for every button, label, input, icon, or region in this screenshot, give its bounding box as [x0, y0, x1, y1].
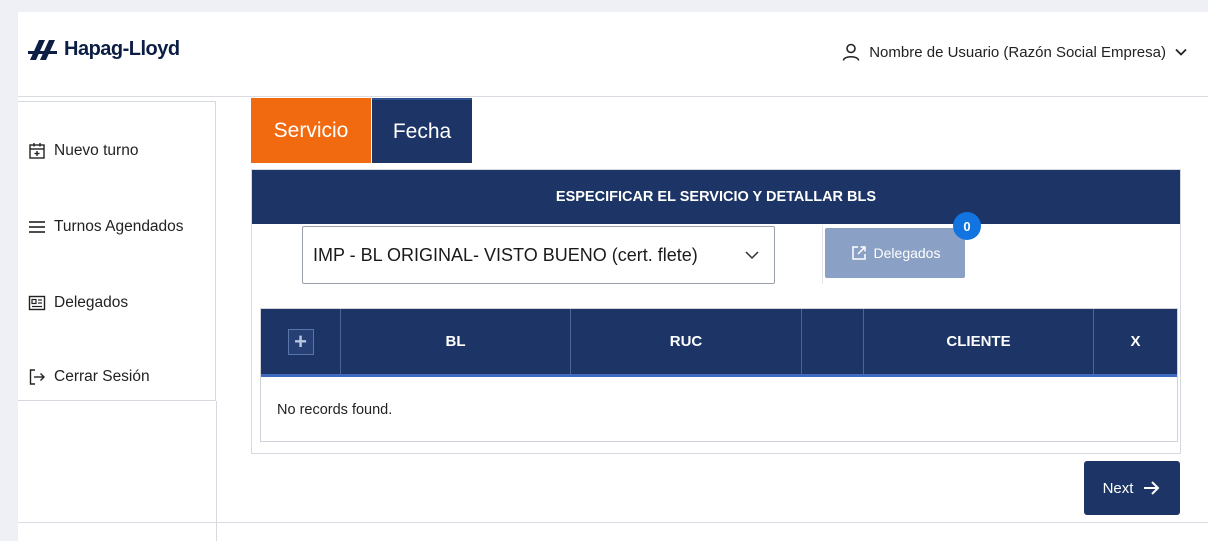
sidebar-item-cerrar-sesion[interactable]: Cerrar Sesión [28, 368, 150, 386]
app-window: Hapag-Lloyd Nombre de Usuario (Razón Soc… [18, 12, 1208, 541]
service-panel: ESPECIFICAR EL SERVICIO Y DETALLAR BLS I… [251, 169, 1181, 454]
header: Hapag-Lloyd Nombre de Usuario (Razón Soc… [18, 12, 1208, 97]
sidebar-item-delegados[interactable]: Delegados [28, 294, 128, 312]
sidebar-item-nuevo-turno[interactable]: Nuevo turno [28, 142, 138, 160]
delegados-count-badge: 0 [953, 212, 981, 240]
user-name: Nombre de Usuario (Razón Social Empresa) [869, 43, 1166, 61]
table-header: + BL RUC CLIENTE X [261, 309, 1177, 377]
arrow-right-icon [1144, 481, 1160, 495]
column-header-blank [802, 309, 864, 374]
sidebar-item-label: Delegados [54, 294, 129, 311]
calendar-add-icon [29, 143, 45, 159]
menu-lines-icon [29, 221, 45, 233]
bl-table: + BL RUC CLIENTE X No records found. [260, 308, 1178, 442]
user-menu[interactable]: Nombre de Usuario (Razón Social Empresa) [841, 42, 1196, 62]
plus-icon: + [294, 328, 307, 354]
chevron-down-icon [745, 251, 759, 260]
footer-divider [18, 522, 1208, 523]
column-header-ruc[interactable]: RUC [571, 309, 802, 374]
sidebar: Nuevo turno Turnos Agendados Delegados C… [18, 101, 216, 401]
sidebar-divider [216, 401, 217, 541]
empty-table-message: No records found. [277, 402, 393, 418]
chevron-down-icon [1175, 48, 1187, 56]
sidebar-item-label: Nuevo turno [54, 142, 139, 159]
delegados-button[interactable]: Delegados [825, 228, 965, 278]
tab-servicio[interactable]: Servicio [251, 98, 371, 163]
hapag-lloyd-logo-icon [28, 39, 57, 60]
logout-icon [29, 369, 45, 385]
tab-fecha[interactable]: Fecha [372, 98, 472, 163]
sidebar-item-turnos-agendados[interactable]: Turnos Agendados [28, 218, 184, 236]
table-header-add: + [261, 309, 341, 374]
sidebar-item-label: Cerrar Sesión [54, 368, 150, 385]
column-header-cliente[interactable]: CLIENTE [864, 309, 1094, 374]
column-header-bl[interactable]: BL [341, 309, 571, 374]
service-select[interactable]: IMP - BL ORIGINAL- VISTO BUENO (cert. fl… [302, 226, 775, 284]
column-header-x[interactable]: X [1094, 309, 1177, 374]
id-card-icon [28, 295, 46, 311]
add-row-button[interactable]: + [287, 328, 314, 355]
user-icon [842, 43, 860, 61]
divider [822, 226, 823, 284]
service-select-value: IMP - BL ORIGINAL- VISTO BUENO (cert. fl… [313, 244, 698, 265]
brand-logo[interactable]: Hapag-Lloyd [28, 38, 180, 61]
panel-title: ESPECIFICAR EL SERVICIO Y DETALLAR BLS [252, 170, 1180, 224]
external-link-icon [851, 246, 866, 260]
next-button-label: Next [1102, 479, 1134, 497]
sidebar-item-label: Turnos Agendados [54, 218, 184, 235]
delegados-button-label: Delegados [873, 245, 941, 261]
brand-name: Hapag-Lloyd [64, 38, 180, 60]
next-button[interactable]: Next [1084, 461, 1180, 515]
